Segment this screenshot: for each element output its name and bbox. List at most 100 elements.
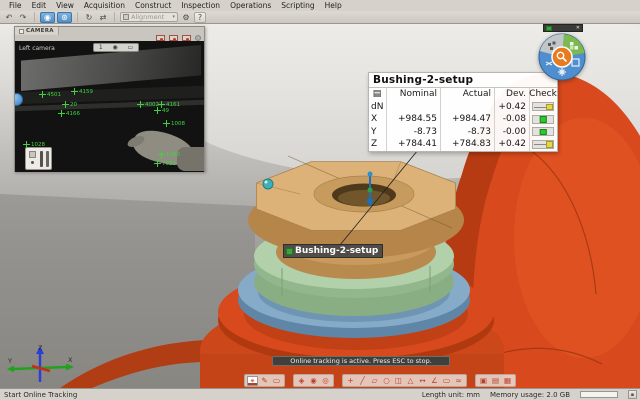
copy-icon[interactable]: ▣ [478,376,489,386]
camera-image[interactable]: Left camera 1 ◉ ▭ 4501 4159 20 4166 4002… [15,41,204,172]
rotation-center-sphere [263,179,273,189]
chevron-down-icon: ▾ [172,14,175,20]
line-icon[interactable]: ╱ [357,376,368,386]
callout-icon[interactable]: ▭ [441,376,452,386]
close-icon[interactable]: ✕ [576,25,580,31]
check-indicator [532,140,554,149]
alignment-value: Alignment [131,13,170,21]
nominal-value: +784.41 [386,138,440,151]
bushing-assembly[interactable] [218,156,494,366]
undo-icon[interactable]: ↶ [3,12,15,23]
help-button[interactable]: ? [194,12,206,23]
angle-icon[interactable]: ∠ [429,376,440,386]
zoom-center-button[interactable] [552,47,572,67]
fixture-icon[interactable]: ◈ [296,376,307,386]
axis-label-x: X [68,356,73,364]
memory-usage-label: Memory usage: [490,391,544,399]
sync-icon[interactable]: ⇄ [97,12,109,23]
camera-panel: CAMERA Left camera 1 ◉ ▭ 4501 4159 20 [14,26,205,172]
nominal-value: +984.55 [386,113,440,126]
progress-panel-button[interactable]: ▪ [628,390,637,399]
navigation-wheel[interactable] [538,32,586,82]
menu-edit[interactable]: Edit [27,1,52,10]
gom-application-window: Z Y X File Edit View Acquisition Constru… [0,0,640,400]
settings-icon[interactable]: ⚙ [180,12,192,23]
section-icon[interactable]: ≈ [453,376,464,386]
redo-icon[interactable]: ↷ [17,12,29,23]
cylinder-icon[interactable]: ◫ [393,376,404,386]
plane-icon[interactable]: ▱ [369,376,380,386]
distance-icon[interactable]: ↔ [417,376,428,386]
menu-scripting[interactable]: Scripting [276,1,319,10]
check-indicator [532,127,554,136]
reference-marker: 1030 [158,151,180,158]
axis-label-z: Z [38,344,43,352]
part-label-tag[interactable]: Bushing-2-setup [283,244,383,258]
circle-icon[interactable]: ○ [381,376,392,386]
menu-view[interactable]: View [51,1,79,10]
tab-camera[interactable]: CAMERA [15,27,59,35]
tracking-mode-button[interactable]: ⊛ [57,12,72,23]
stereo-icon[interactable]: ◎ [320,376,331,386]
reference-marker: 1008 [163,120,185,127]
operator-forearm [177,147,204,171]
menu-help[interactable]: Help [320,1,347,10]
viewport-toolbar: ⌖ ✎ ▭ ◈ ◉ ◎ + ╱ ▱ ○ ◫ △ ↔ ∠ ▭ ≈ ▣ ▤ ▦ [244,374,516,387]
report-icon[interactable]: ▦ [502,376,513,386]
toolbar-group-view: ◈ ◉ ◎ [293,374,334,387]
toolbar-separator [34,12,35,22]
menu-inspection[interactable]: Inspection [176,1,225,10]
refresh-icon[interactable]: ↻ [83,12,95,23]
point-icon[interactable]: + [345,376,356,386]
reference-marker: 20 [62,101,77,108]
menu-construct[interactable]: Construct [130,1,176,10]
clipboard-icon[interactable]: ▤ [490,376,501,386]
deviation-value: +0.42 [494,138,529,151]
disc-icon[interactable]: ◉ [308,376,319,386]
remote-control-overlay[interactable] [25,147,52,170]
menu-operations[interactable]: Operations [225,1,276,10]
axes-triad: Z Y X [6,342,76,388]
alignment-icon [123,14,129,20]
toolbar-group-report: ▣ ▤ ▦ [475,374,516,387]
frame-number: 1 [99,44,103,51]
eye-icon[interactable]: ◉ [112,44,117,51]
memory-usage-value: 2.0 GB [546,391,570,399]
camera-view-label: Left camera [19,45,55,52]
status-bar: Start Online Tracking Length unit: mm Me… [0,388,640,400]
table-settings-icon[interactable]: ▤ [369,88,386,101]
display-icon[interactable]: ▭ [271,376,282,386]
pin-band [368,188,373,193]
inspection-result-popup[interactable]: Bushing-2-setup ▤ Nominal Actual Dev. Ch… [368,72,558,152]
nav-wheel-titlebar[interactable]: ✕ [543,24,583,32]
cone-icon[interactable]: △ [405,376,416,386]
alignment-dropdown[interactable]: Alignment ▾ [120,12,178,22]
row-name: Z [369,138,386,151]
menu-acquisition[interactable]: Acquisition [79,1,130,10]
menu-bar: File Edit View Acquisition Construct Ins… [0,0,640,11]
reference-marker: 7032 [154,160,176,167]
menu-file[interactable]: File [4,1,27,10]
monitor-icon[interactable]: ▭ [127,44,133,51]
toolbar-group-construct: + ╱ ▱ ○ ◫ △ ↔ ∠ ▭ ≈ [342,374,467,387]
pen-icon[interactable]: ✎ [259,376,270,386]
column-header-check: Check [529,88,557,101]
main-toolbar: ↶ ↷ ◉ ⊛ ↻ ⇄ Alignment ▾ ⚙ ? [0,11,640,24]
row-name: Y [369,126,386,139]
bore-wall [338,190,390,206]
element-state-icon [286,248,293,255]
camera-tab-label: CAMERA [26,28,54,34]
status-message: Start Online Tracking [4,391,77,399]
camera-tab-icon [19,29,24,34]
camera-tab-strip: CAMERA [15,27,204,34]
column-header-actual: Actual [440,88,494,101]
reference-marker: 4501 [39,91,61,98]
column-header-nominal: Nominal [386,88,440,101]
tracking-status-tooltip: Online tracking is active. Press ESC to … [272,356,450,366]
probe-icon[interactable]: ⌖ [247,376,258,386]
probe-mode-button[interactable]: ◉ [40,12,55,23]
deviation-value: -0.00 [494,126,529,139]
camera-overlay-toolbar[interactable]: 1 ◉ ▭ [93,43,139,52]
row-name: dN [369,101,386,114]
popup-title: Bushing-2-setup [369,73,557,87]
